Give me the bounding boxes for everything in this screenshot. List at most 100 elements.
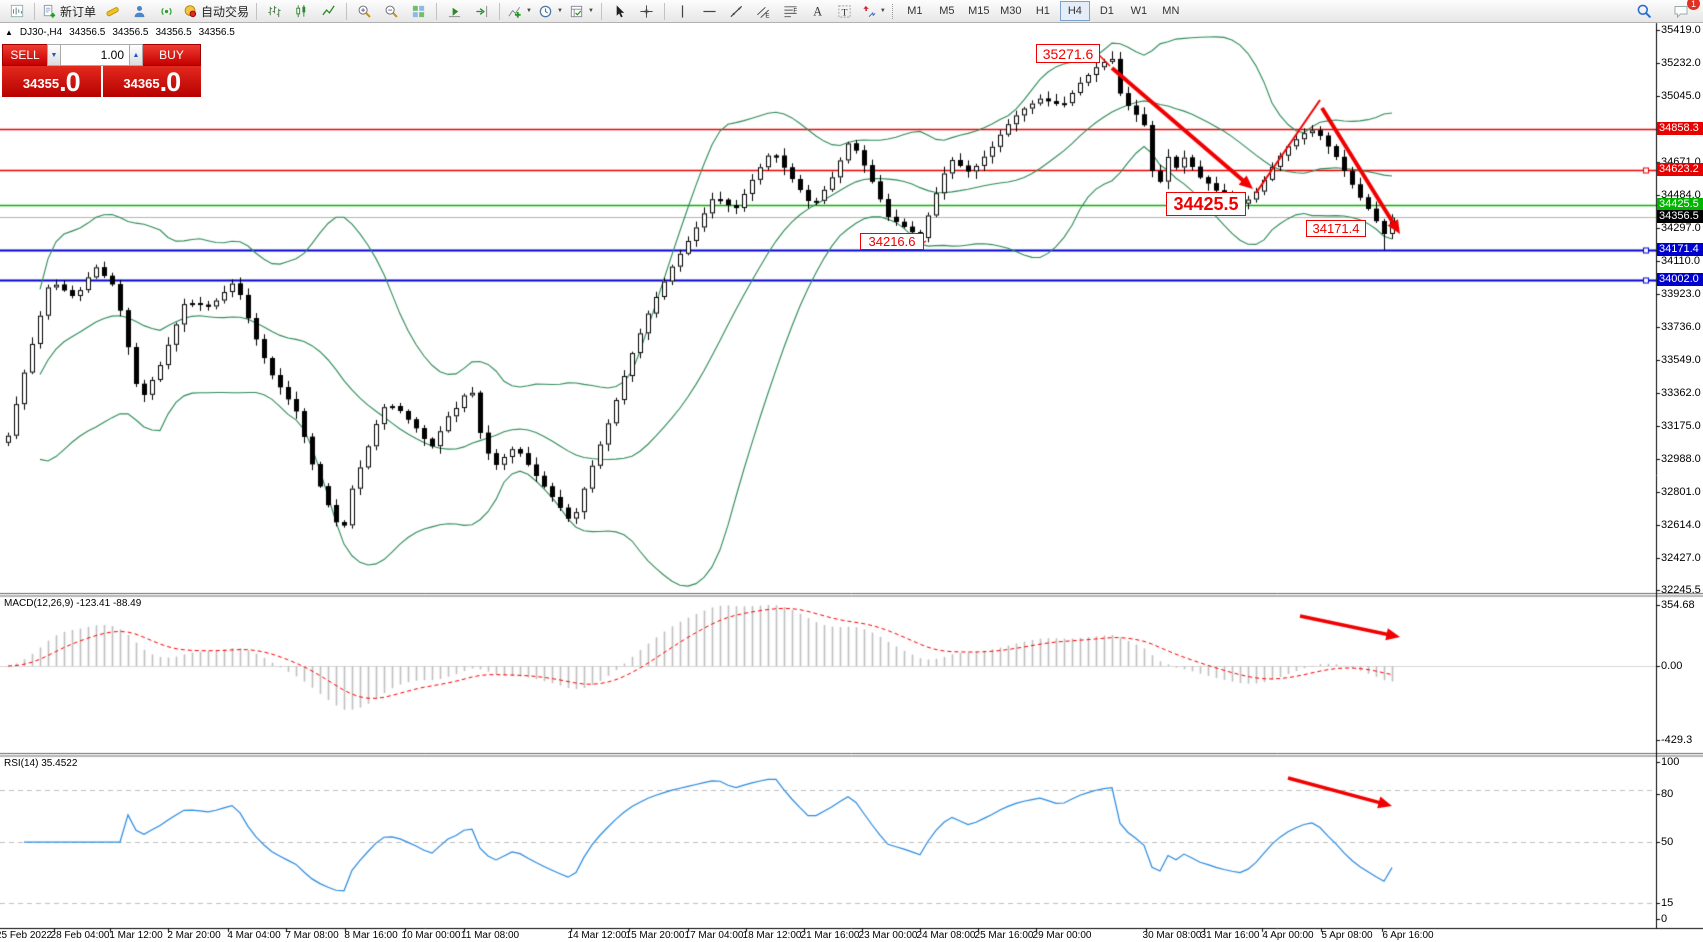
annotation-price-label-34425.5[interactable]: 34425.5: [1166, 192, 1246, 216]
price-axis-tick: 32988.0: [1661, 453, 1701, 465]
divider: [34, 3, 35, 20]
volume-increase-button[interactable]: ▲: [129, 44, 143, 66]
zoom-in-button[interactable]: [351, 0, 378, 22]
sell-price-display[interactable]: 34355 .0: [2, 66, 101, 97]
new-order-button[interactable]: 新订单: [39, 0, 99, 22]
rsi-axis-tick: 0: [1661, 913, 1667, 925]
search-icon[interactable]: [1630, 0, 1657, 22]
autotrading-button[interactable]: 自动交易: [180, 0, 252, 22]
sell-button[interactable]: SELL: [2, 44, 47, 66]
date-axis-label: 8 Mar 16:00: [344, 930, 397, 941]
timeframe-button-H4[interactable]: H4: [1060, 1, 1090, 21]
trendline-button[interactable]: [723, 0, 750, 22]
price-axis-tick: 32245.5: [1661, 584, 1701, 596]
dropdown-caret-icon: ▼: [557, 8, 563, 14]
date-axis-label: 24 Mar 08:00: [917, 930, 976, 941]
timeframe-button-MN[interactable]: MN: [1156, 1, 1186, 21]
macd-indicator-label: MACD(12,26,9) -123.41 -88.49: [4, 598, 141, 609]
date-axis-label: 1 Mar 12:00: [109, 930, 162, 941]
dropdown-caret-icon: ▼: [526, 8, 532, 14]
quote-line: ▲ DJ30-,H4 34356.5 34356.5 34356.5 34356…: [5, 27, 235, 38]
buy-price-pips: .0: [160, 69, 181, 96]
equidistant-channel-button[interactable]: E: [750, 0, 777, 22]
timeframe-button-M30[interactable]: M30: [996, 1, 1026, 21]
price-line-label-34356.5: 34356.5: [1657, 210, 1703, 223]
price-axis-tick: 35232.0: [1661, 57, 1701, 69]
timeframe-button-M15[interactable]: M15: [964, 1, 994, 21]
candlestick-chart-button[interactable]: [288, 0, 315, 22]
autoscroll-button[interactable]: [441, 0, 468, 22]
rsi-axis-tick: 50: [1661, 836, 1673, 848]
date-axis-label: 2 Mar 20:00: [167, 930, 220, 941]
tile-windows-button[interactable]: [405, 0, 432, 22]
new-order-label: 新订单: [60, 3, 96, 20]
templates-button[interactable]: ▼: [566, 0, 597, 22]
rsi-axis-tick: 100: [1661, 756, 1679, 768]
zoom-out-button[interactable]: [378, 0, 405, 22]
price-line-label-34002.0: 34002.0: [1657, 273, 1703, 286]
timeframe-button-D1[interactable]: D1: [1092, 1, 1122, 21]
price-axis-tick: 32427.0: [1661, 552, 1701, 564]
annotation-price-label-34171.4[interactable]: 34171.4: [1306, 220, 1366, 237]
timeframe-button-M5[interactable]: M5: [932, 1, 962, 21]
price-axis-tick: 35045.0: [1661, 90, 1701, 102]
buy-button[interactable]: BUY: [143, 44, 201, 66]
date-axis-label: 7 Mar 08:00: [285, 930, 338, 941]
price-line-label-34858.3: 34858.3: [1657, 122, 1703, 135]
chart-shift-button[interactable]: [468, 0, 495, 22]
date-axis-label: 23 Mar 00:00: [859, 930, 918, 941]
vertical-line-button[interactable]: [669, 0, 696, 22]
volume-decrease-button[interactable]: ▼: [47, 44, 61, 66]
timeframe-button-M1[interactable]: M1: [900, 1, 930, 21]
signals-icon[interactable]: [153, 0, 180, 22]
annotation-price-label-34216.6[interactable]: 34216.6: [860, 233, 924, 250]
date-axis-label: 6 Apr 16:00: [1382, 930, 1433, 941]
divider: [346, 3, 347, 20]
date-axis-label: 21 Mar 16:00: [801, 930, 860, 941]
indicators-button[interactable]: ▼: [504, 0, 535, 22]
notifications-chat-icon[interactable]: 1: [1667, 0, 1694, 22]
text-button[interactable]: A: [804, 0, 831, 22]
divider: [664, 3, 665, 20]
line-chart-button[interactable]: [315, 0, 342, 22]
date-axis-label: 30 Mar 08:00: [1143, 930, 1202, 941]
crosshair-button[interactable]: [633, 0, 660, 22]
divider: [601, 3, 602, 20]
toolbar-right-group: 1: [1630, 0, 1700, 22]
arrows-button[interactable]: ▼: [858, 0, 889, 22]
sell-price-main: 34355: [23, 72, 59, 96]
symbol-title: DJ30-,H4: [20, 27, 62, 38]
date-axis-label: 4 Mar 04:00: [227, 930, 280, 941]
text-label-button[interactable]: T: [831, 0, 858, 22]
price-chart-canvas[interactable]: [0, 0, 1703, 942]
periods-button[interactable]: ▼: [535, 0, 566, 22]
chart-window-icon[interactable]: [3, 0, 30, 22]
rsi-axis-tick: 80: [1661, 788, 1673, 800]
price-line-label-34623.2: 34623.2: [1657, 163, 1703, 176]
collapse-panel-toggle-icon[interactable]: ▲: [5, 29, 13, 37]
svg-text:T: T: [841, 7, 847, 18]
divider: [499, 3, 500, 20]
timeframe-button-W1[interactable]: W1: [1124, 1, 1154, 21]
buy-price-display[interactable]: 34365 .0: [103, 66, 202, 97]
annotation-price-label-35271.6[interactable]: 35271.6: [1036, 44, 1100, 63]
volume-input[interactable]: [61, 44, 129, 66]
timeframe-button-H1[interactable]: H1: [1028, 1, 1058, 21]
bar-chart-button[interactable]: [261, 0, 288, 22]
svg-text:A: A: [813, 4, 822, 18]
price-axis-tick: 33362.0: [1661, 387, 1701, 399]
one-click-trading-panel: SELL ▼ ▲ BUY 34355 .0 34365 .0: [2, 44, 201, 97]
profile-icon[interactable]: [126, 0, 153, 22]
divider: [256, 3, 257, 20]
fibonacci-button[interactable]: F: [777, 0, 804, 22]
price-axis-tick: 33736.0: [1661, 321, 1701, 333]
cursor-button[interactable]: [606, 0, 633, 22]
svg-text:E: E: [765, 12, 769, 18]
horizontal-line-button[interactable]: [696, 0, 723, 22]
date-axis-label: 28 Feb 04:00: [51, 930, 110, 941]
date-axis-label: 31 Mar 16:00: [1201, 930, 1260, 941]
crayon-icon[interactable]: [99, 0, 126, 22]
date-axis-label: 15 Mar 20:00: [626, 930, 685, 941]
price-axis-tick: 33923.0: [1661, 288, 1701, 300]
rsi-indicator-label: RSI(14) 35.4522: [4, 758, 77, 769]
